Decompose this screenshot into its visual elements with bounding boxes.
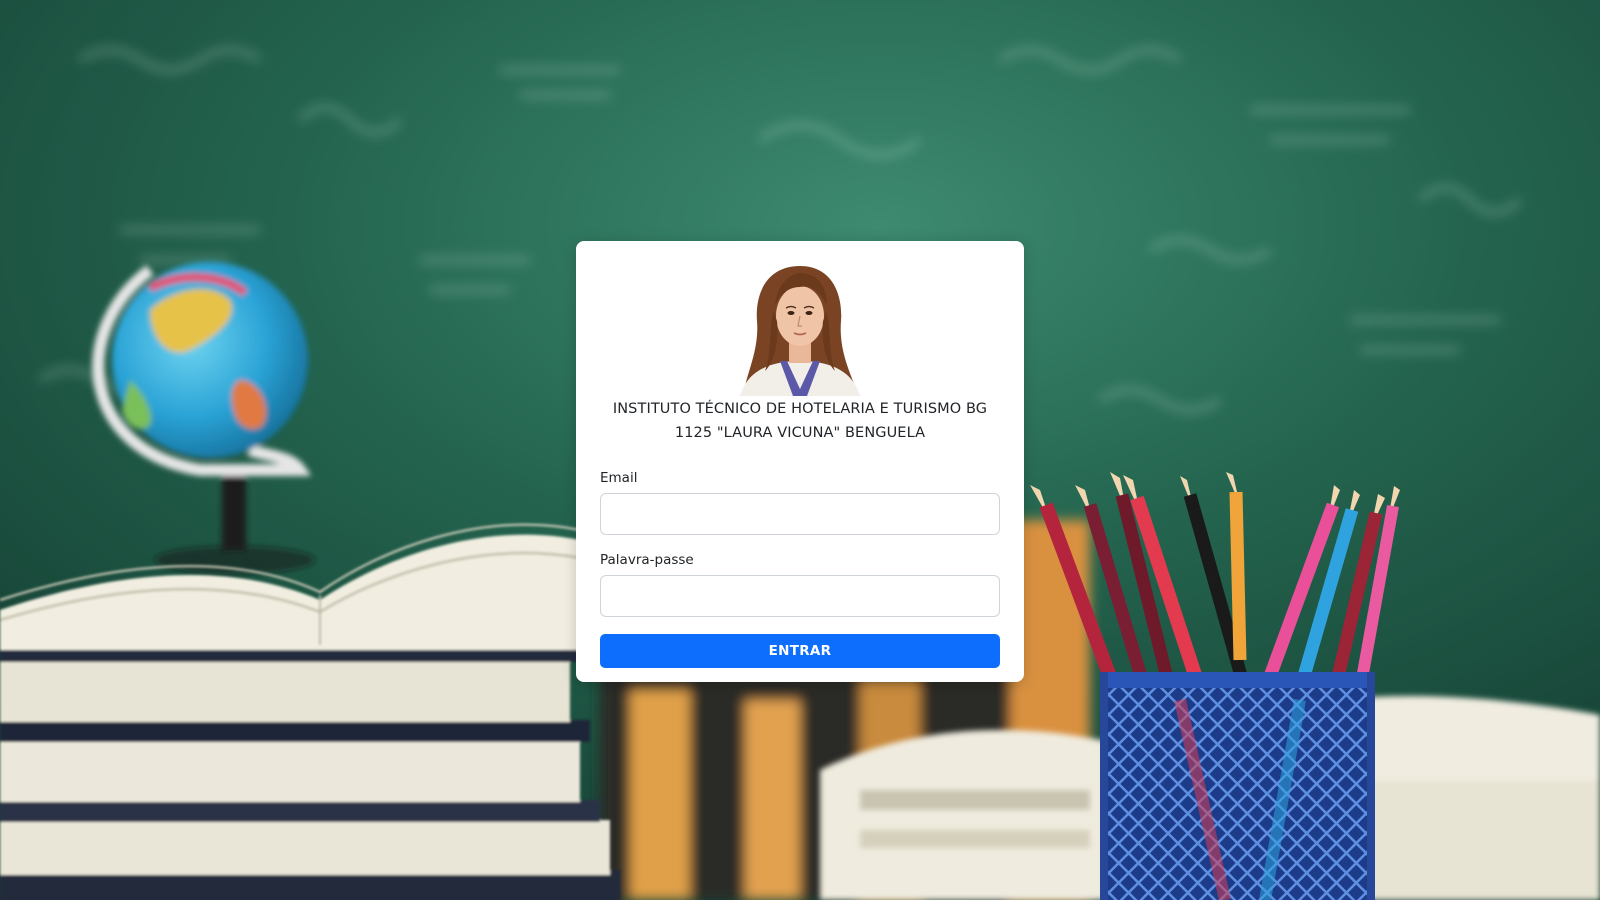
email-label: Email — [600, 470, 638, 486]
login-submit-button[interactable]: ENTRAR — [600, 634, 1000, 668]
password-label: Palavra-passe — [600, 552, 694, 568]
email-field[interactable] — [600, 493, 1000, 535]
school-logo — [735, 261, 865, 396]
portrait-logo-icon — [740, 266, 860, 396]
login-page: INSTITUTO TÉCNICO DE HOTELARIA E TURISMO… — [0, 0, 1600, 900]
school-name-heading: INSTITUTO TÉCNICO DE HOTELARIA E TURISMO… — [596, 397, 1004, 445]
password-field[interactable] — [600, 575, 1000, 617]
school-name-line-1: INSTITUTO TÉCNICO DE HOTELARIA E TURISMO… — [612, 401, 988, 417]
login-card: INSTITUTO TÉCNICO DE HOTELARIA E TURISMO… — [576, 241, 1024, 682]
school-name-line-2: 1125 "LAURA VICUNA" BENGUELA — [674, 425, 926, 441]
